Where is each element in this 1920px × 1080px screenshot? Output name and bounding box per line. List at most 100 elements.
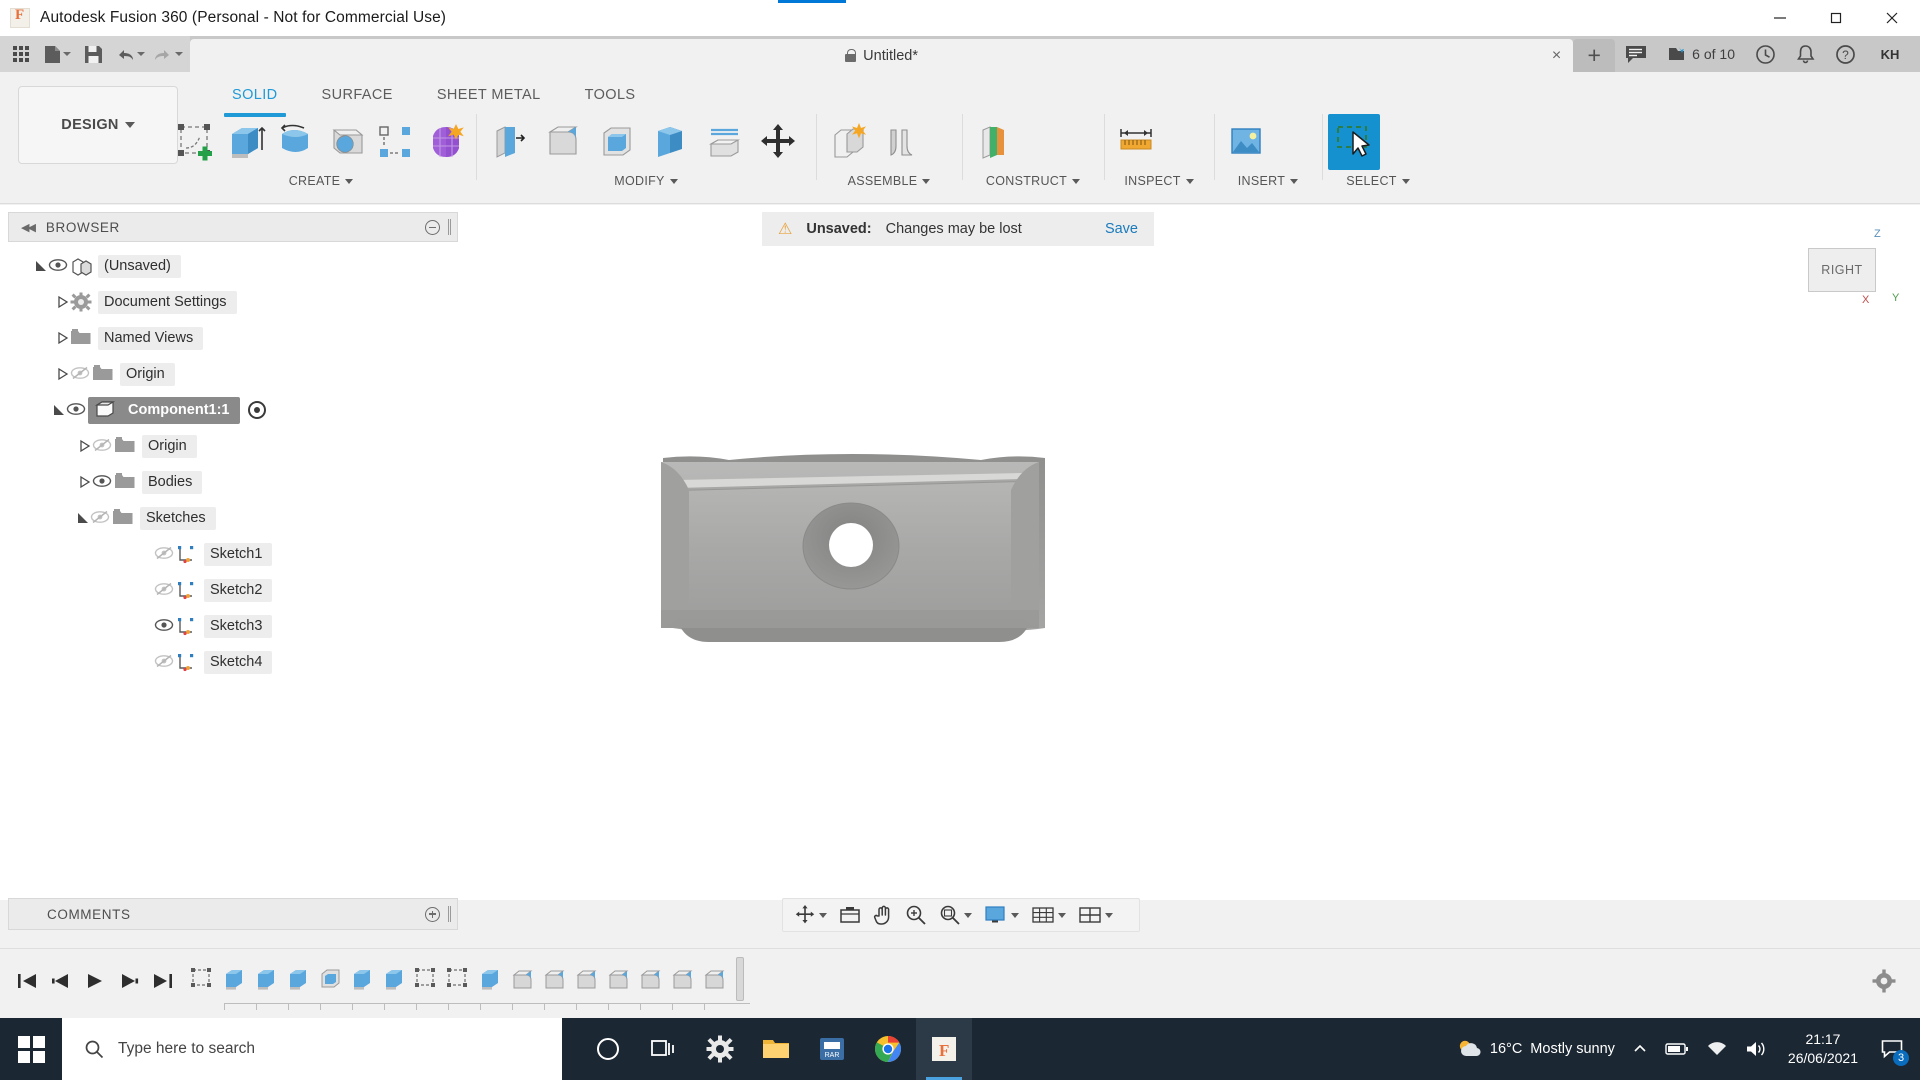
tree-row-sketch4[interactable]: Sketch4 bbox=[8, 644, 458, 680]
timeline-feature-fillet[interactable] bbox=[604, 964, 634, 994]
visibility-hidden-icon[interactable] bbox=[154, 654, 176, 670]
chevron-down-icon[interactable] bbox=[1105, 912, 1113, 918]
app-grid-icon[interactable] bbox=[4, 39, 38, 69]
pan-tool-button[interactable] bbox=[868, 900, 898, 930]
move-copy-button[interactable] bbox=[752, 114, 804, 170]
timeline-feature-fillet[interactable] bbox=[668, 964, 698, 994]
chevron-down-icon[interactable] bbox=[137, 52, 145, 56]
zoom-tool-button[interactable] bbox=[900, 900, 932, 930]
timeline-feature-fillet[interactable] bbox=[636, 964, 666, 994]
chevron-down-icon[interactable] bbox=[1185, 178, 1194, 184]
visibility-hidden-icon[interactable] bbox=[154, 546, 176, 562]
3d-model-part[interactable] bbox=[655, 450, 1175, 710]
tree-row-component1[interactable]: Component1:1 bbox=[8, 392, 458, 428]
panel-inspect-label[interactable]: INSPECT bbox=[1110, 174, 1208, 188]
orbit-tool-button[interactable] bbox=[789, 900, 832, 930]
visibility-hidden-icon[interactable] bbox=[154, 582, 176, 598]
workspace-switcher[interactable]: DESIGN bbox=[18, 86, 178, 164]
redo-button[interactable] bbox=[150, 39, 186, 69]
tab-tools[interactable]: TOOLS bbox=[563, 82, 658, 108]
panel-construct-label[interactable]: CONSTRUCT bbox=[968, 174, 1098, 188]
panel-create-label[interactable]: CREATE bbox=[172, 174, 470, 188]
banner-save-link[interactable]: Save bbox=[1105, 221, 1138, 237]
chevron-down-icon[interactable] bbox=[669, 178, 678, 184]
chevron-down-icon[interactable] bbox=[819, 912, 827, 918]
viewports-button[interactable] bbox=[1073, 900, 1118, 930]
battery-icon[interactable] bbox=[1656, 1018, 1698, 1080]
settings-icon[interactable] bbox=[692, 1018, 748, 1080]
timeline-feature-shell[interactable] bbox=[316, 964, 346, 994]
view-cube-face[interactable]: RIGHT bbox=[1808, 248, 1876, 292]
panel-resize-grip[interactable] bbox=[448, 219, 451, 235]
close-button[interactable] bbox=[1864, 0, 1920, 36]
document-tab[interactable]: Untitled* × bbox=[190, 39, 1574, 72]
action-center-button[interactable]: 3 bbox=[1870, 1018, 1914, 1080]
tree-row-sketch2[interactable]: Sketch2 bbox=[8, 572, 458, 608]
new-file-button[interactable] bbox=[40, 39, 74, 69]
timeline-feature-fillet[interactable] bbox=[508, 964, 538, 994]
skip-to-beginning-button[interactable] bbox=[16, 971, 38, 996]
expand-triangle-icon[interactable] bbox=[56, 331, 70, 345]
press-pull-button[interactable] bbox=[482, 114, 534, 170]
sweep-button[interactable] bbox=[322, 114, 370, 170]
draft-button[interactable] bbox=[644, 114, 696, 170]
visibility-hidden-icon[interactable] bbox=[70, 366, 92, 382]
winrar-icon[interactable]: RAR bbox=[804, 1018, 860, 1080]
notifications-button[interactable] bbox=[1786, 36, 1825, 72]
tab-surface[interactable]: SURFACE bbox=[300, 82, 415, 108]
timeline-feature-extrude[interactable] bbox=[220, 964, 250, 994]
chevron-down-icon[interactable] bbox=[124, 122, 135, 128]
chrome-icon[interactable] bbox=[860, 1018, 916, 1080]
comments-panel-header[interactable]: COMMENTS bbox=[8, 898, 458, 930]
panel-modify-label[interactable]: MODIFY bbox=[482, 174, 810, 188]
panel-resize-grip[interactable] bbox=[448, 906, 451, 922]
tree-row-sketch1[interactable]: Sketch1 bbox=[8, 536, 458, 572]
tree-row-named-views[interactable]: Named Views bbox=[8, 320, 458, 356]
joint-button[interactable] bbox=[876, 114, 928, 170]
chevron-down-icon[interactable] bbox=[1011, 912, 1019, 918]
job-status-button[interactable]: 6 of 10 bbox=[1657, 36, 1745, 72]
undo-button[interactable] bbox=[112, 39, 148, 69]
weather-widget[interactable]: 16°C Mostly sunny bbox=[1447, 1018, 1624, 1080]
grid-snaps-button[interactable] bbox=[1026, 900, 1071, 930]
zoom-window-button[interactable] bbox=[934, 900, 977, 930]
timeline-feature-extrude[interactable] bbox=[476, 964, 506, 994]
step-forward-button[interactable] bbox=[118, 971, 140, 996]
start-button[interactable] bbox=[0, 1018, 62, 1080]
chevron-down-icon[interactable] bbox=[1290, 178, 1299, 184]
create-sketch-button[interactable] bbox=[172, 114, 220, 170]
tab-sheet-metal[interactable]: SHEET METAL bbox=[415, 82, 563, 108]
skip-to-end-button[interactable] bbox=[152, 971, 174, 996]
chevron-down-icon[interactable] bbox=[345, 178, 354, 184]
split-body-button[interactable] bbox=[698, 114, 750, 170]
close-icon[interactable]: × bbox=[1552, 47, 1561, 64]
minimize-panel-icon[interactable] bbox=[425, 219, 440, 235]
timeline-feature-sketch[interactable] bbox=[412, 964, 442, 994]
insert-image-button[interactable] bbox=[1220, 114, 1272, 170]
new-component-button[interactable] bbox=[822, 114, 874, 170]
fillet-button[interactable] bbox=[536, 114, 588, 170]
step-back-button[interactable] bbox=[50, 971, 72, 996]
visibility-eye-icon[interactable] bbox=[154, 618, 176, 634]
chevron-down-icon[interactable] bbox=[922, 178, 931, 184]
create-form-button[interactable] bbox=[422, 114, 470, 170]
expand-triangle-icon[interactable] bbox=[56, 367, 70, 381]
add-comment-icon[interactable] bbox=[425, 906, 440, 922]
network-icon[interactable] bbox=[1698, 1018, 1736, 1080]
shell-button[interactable] bbox=[590, 114, 642, 170]
tab-solid[interactable]: SOLID bbox=[210, 82, 300, 117]
tree-row-origin-root[interactable]: Origin bbox=[8, 356, 458, 392]
measure-button[interactable] bbox=[1110, 114, 1162, 170]
visibility-hidden-icon[interactable] bbox=[90, 510, 112, 526]
panel-select-label[interactable]: SELECT bbox=[1328, 174, 1428, 188]
timeline-end-marker[interactable] bbox=[736, 956, 744, 1001]
timeline-settings-button[interactable] bbox=[1872, 969, 1920, 998]
tree-row-bodies[interactable]: Bodies bbox=[8, 464, 458, 500]
chevron-down-icon[interactable] bbox=[1072, 178, 1081, 184]
timeline-feature-extrude[interactable] bbox=[252, 964, 282, 994]
construct-plane-button[interactable] bbox=[968, 114, 1020, 170]
visibility-eye-icon[interactable] bbox=[48, 258, 70, 274]
collapse-icon[interactable]: ◀◀ bbox=[21, 221, 36, 234]
timeline-feature-extrude[interactable] bbox=[348, 964, 378, 994]
timeline-feature-sketch[interactable] bbox=[188, 964, 218, 994]
